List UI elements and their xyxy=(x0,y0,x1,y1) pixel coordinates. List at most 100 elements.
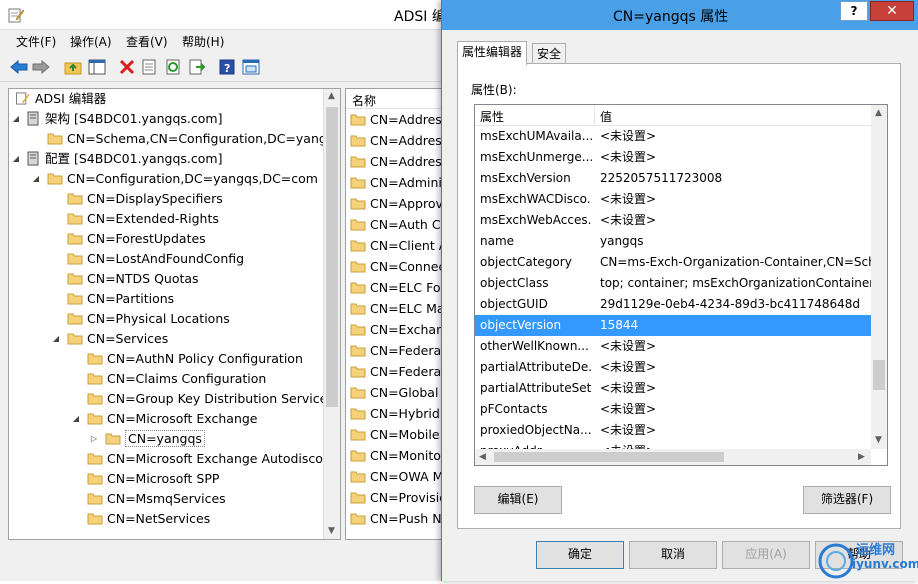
list-item[interactable]: CN=Global S xyxy=(350,382,450,403)
tree-item[interactable]: CN=Microsoft SPP xyxy=(87,469,219,489)
attribute-row[interactable]: partialAttributeSet <未设置> xyxy=(475,378,871,399)
tree-item[interactable]: ◢ CN=Configuration,DC=yangqs,DC=com xyxy=(33,169,318,189)
list-item[interactable]: CN=Push No xyxy=(350,508,449,529)
ok-button[interactable]: 确定 xyxy=(536,541,624,569)
attribute-row[interactable]: name yangqs xyxy=(475,231,871,252)
list-item[interactable]: CN=Hybrid C xyxy=(350,403,453,424)
tree-item[interactable]: CN=NTDS Quotas xyxy=(67,269,199,289)
scroll-right-arrow-icon[interactable]: ▶ xyxy=(858,452,865,462)
attribute-row[interactable]: objectCategory CN=ms-Exch-Organization-Co… xyxy=(475,252,871,273)
list-item[interactable]: CN=Address xyxy=(350,130,448,151)
console-tree[interactable]: ADSI 编辑器 ◢ 架构 [S4BDC01.yangqs.com] CN=Sche… xyxy=(8,88,341,540)
tree-item[interactable]: CN=Extended-Rights xyxy=(67,209,219,229)
column-name-header[interactable]: 名称 xyxy=(352,92,376,109)
attribute-row[interactable]: otherWellKnown... <未设置> xyxy=(475,336,871,357)
list-item[interactable]: CN=Federat xyxy=(350,361,446,382)
attribute-row-selected[interactable]: objectVersion 15844 xyxy=(475,315,871,336)
column-value-header[interactable]: 值 xyxy=(600,108,612,125)
tree-item[interactable]: ◢ CN=Services xyxy=(53,329,168,349)
scroll-thumb[interactable] xyxy=(494,452,724,462)
attribute-row[interactable]: pFContacts <未设置> xyxy=(475,399,871,420)
tree-item[interactable]: CN=Microsoft Exchange Autodiscov xyxy=(87,449,330,469)
attribute-row[interactable]: proxiedObjectNa... <未设置> xyxy=(475,420,871,441)
attributes-horizontal-scrollbar[interactable]: ◀ ▶ xyxy=(475,449,871,465)
tree-item[interactable]: CN=Partitions xyxy=(67,289,174,309)
attributes-list[interactable]: 属性 值 msExchUMAvaila... <未设置> msExchUnmerge… xyxy=(474,104,888,466)
list-item[interactable]: CN=Monitor xyxy=(350,445,446,466)
scroll-up-arrow-icon[interactable]: ▲ xyxy=(328,91,335,101)
cancel-button[interactable]: 取消 xyxy=(629,541,717,569)
attribute-row[interactable]: msExchUnmerge... <未设置> xyxy=(475,147,871,168)
apply-button[interactable]: 应用(A) xyxy=(722,541,810,569)
close-button[interactable]: ✕ xyxy=(870,1,914,21)
expanded-arrow-icon[interactable]: ◢ xyxy=(11,149,21,169)
expanded-arrow-icon[interactable]: ◢ xyxy=(51,329,61,349)
list-item[interactable]: CN=Address xyxy=(350,109,448,130)
collapsed-arrow-icon[interactable]: ▷ xyxy=(89,429,99,449)
column-attribute-header[interactable]: 属性 xyxy=(480,108,504,125)
list-item[interactable]: CN=Mobile xyxy=(350,424,440,445)
edit-button[interactable]: 编辑(E) xyxy=(474,486,562,514)
list-item[interactable]: CN=OWA M xyxy=(350,466,443,487)
back-icon[interactable] xyxy=(9,57,29,77)
attribute-row[interactable]: partialAttributeDe... <未设置> xyxy=(475,357,871,378)
attribute-row[interactable]: objectGUID 29d1129e-0eb4-4234-89d3-bc4117… xyxy=(475,294,871,315)
details-list[interactable]: 名称 CN=Address CN=Address CN=Address CN=Admi… xyxy=(345,88,455,540)
column-separator[interactable] xyxy=(594,105,595,126)
tree-item[interactable]: ◢ 配置 [S4BDC01.yangqs.com] xyxy=(13,149,223,169)
list-item[interactable]: CN=Auth Co xyxy=(350,214,448,235)
attribute-row[interactable]: msExchVersion 2252057511723008 xyxy=(475,168,871,189)
attribute-row[interactable]: msExchWACDisco... <未设置> xyxy=(475,189,871,210)
menu-action[interactable]: 操作(A) xyxy=(70,33,112,50)
tree-item[interactable]: ◢ 架构 [S4BDC01.yangqs.com] xyxy=(13,109,223,129)
attribute-row[interactable]: msExchWebAcces... <未设置> xyxy=(475,210,871,231)
forward-icon[interactable] xyxy=(31,57,51,77)
scroll-left-arrow-icon[interactable]: ◀ xyxy=(479,452,486,462)
expanded-arrow-icon[interactable]: ◢ xyxy=(71,409,81,429)
tree-item[interactable]: CN=LostAndFoundConfig xyxy=(67,249,244,269)
tree-item[interactable]: CN=MsmqServices xyxy=(87,489,226,509)
tree-item[interactable]: ◢ CN=Microsoft Exchange xyxy=(73,409,258,429)
menu-file[interactable]: 文件(F) xyxy=(16,33,56,50)
attributes-vertical-scrollbar[interactable]: ▲ ▼ xyxy=(871,105,887,449)
list-item[interactable]: CN=Provisio xyxy=(350,487,447,508)
menu-view[interactable]: 查看(V) xyxy=(126,33,168,50)
expanded-arrow-icon[interactable]: ◢ xyxy=(11,109,21,129)
expanded-arrow-icon[interactable]: ◢ xyxy=(31,169,41,189)
list-item[interactable]: CN=Client A xyxy=(350,235,447,256)
tree-item[interactable]: CN=Physical Locations xyxy=(67,309,230,329)
tree-item[interactable]: CN=ForestUpdates xyxy=(67,229,206,249)
tree-item[interactable]: CN=Claims Configuration xyxy=(87,369,266,389)
list-item[interactable]: CN=Approva xyxy=(350,193,451,214)
menu-help[interactable]: 帮助(H) xyxy=(182,33,224,50)
tab-attribute-editor[interactable]: 属性编辑器 xyxy=(457,41,528,65)
tree-item[interactable]: CN=DisplaySpecifiers xyxy=(67,189,223,209)
title-help-button[interactable]: ? xyxy=(840,1,868,21)
scroll-down-arrow-icon[interactable]: ▼ xyxy=(875,435,882,445)
filter-button[interactable]: 筛选器(F) xyxy=(803,486,891,514)
list-item[interactable]: CN=ELC Fold xyxy=(350,277,452,298)
list-item[interactable]: CN=Address xyxy=(350,151,448,172)
tree-root[interactable]: ADSI 编辑器 xyxy=(15,89,106,109)
refresh-icon[interactable] xyxy=(163,57,183,77)
console-tree-icon[interactable] xyxy=(241,57,261,77)
up-folder-icon[interactable] xyxy=(63,57,83,77)
list-item[interactable]: CN=Federat xyxy=(350,340,446,361)
scroll-thumb[interactable] xyxy=(873,360,885,390)
tree-vertical-scrollbar[interactable]: ▲ ▼ xyxy=(323,89,340,539)
tree-item[interactable]: CN=Schema,CN=Configuration,DC=yangqs xyxy=(47,129,340,149)
tree-item[interactable]: CN=Group Key Distribution Service xyxy=(87,389,327,409)
scroll-down-arrow-icon[interactable]: ▼ xyxy=(328,526,335,536)
list-header[interactable]: 名称 xyxy=(346,89,454,109)
attribute-row[interactable]: objectClass top; container; msExchOrganiz… xyxy=(475,273,871,294)
tree-item[interactable]: ▷ CN=yangqs xyxy=(91,429,205,449)
tree-item[interactable]: CN=NetServices xyxy=(87,509,210,529)
help-icon[interactable]: ? xyxy=(217,57,237,77)
list-item[interactable]: CN=Adminis xyxy=(350,172,448,193)
properties-icon[interactable] xyxy=(139,57,159,77)
delete-icon[interactable] xyxy=(117,57,137,77)
scroll-up-arrow-icon[interactable]: ▲ xyxy=(875,108,882,118)
scroll-thumb[interactable] xyxy=(326,107,338,407)
attribute-row[interactable]: msExchUMAvaila... <未设置> xyxy=(475,126,871,147)
export-list-icon[interactable] xyxy=(187,57,207,77)
